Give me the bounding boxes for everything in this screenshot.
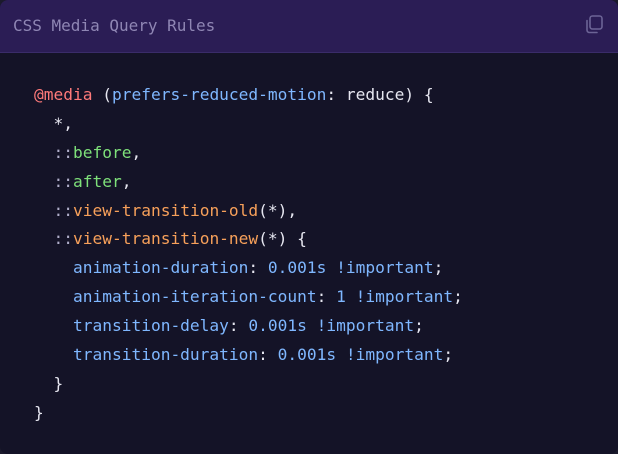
important-flag: !important — [316, 316, 415, 336]
css-value: 0.001s — [277, 345, 337, 365]
important-flag: !important — [355, 287, 454, 307]
code-line-1: @media (prefers-reduced-motion: reduce) … — [34, 81, 463, 110]
at-rule: @media — [34, 85, 93, 104]
code-line-12: } — [34, 399, 463, 428]
paren-open: ( — [102, 85, 112, 104]
css-property: animation-duration — [72, 258, 249, 278]
css-value: 1 — [336, 287, 346, 307]
media-feature: prefers-reduced-motion — [111, 85, 327, 104]
code-line-3: ::before, — [34, 139, 463, 168]
pseudo-argument: (*) — [258, 200, 288, 220]
code-line-6: ::view-transition-new(*) { — [34, 225, 463, 254]
pseudo-argument: (*) — [258, 229, 288, 249]
paren-close: ) — [404, 85, 415, 104]
comma: , — [63, 113, 73, 133]
code-line-2: *, — [34, 110, 463, 139]
pseudo-function: view-transition-old — [73, 200, 259, 220]
brace-open: { — [297, 229, 307, 249]
semicolon: ; — [414, 316, 424, 336]
code-line-10: transition-duration: 0.001s !important; — [34, 341, 463, 370]
copy-icon — [586, 15, 603, 34]
css-property: transition-duration — [72, 345, 259, 365]
pseudo-colons: :: — [53, 229, 74, 249]
colon: : — [258, 345, 268, 365]
css-property: animation-iteration-count — [72, 287, 317, 307]
pseudo-element: before — [73, 142, 132, 162]
brace-open: { — [423, 85, 434, 104]
colon: : — [326, 85, 337, 104]
code-line-5: ::view-transition-old(*), — [34, 197, 463, 226]
css-value: 0.001s — [267, 258, 327, 278]
comma: , — [121, 171, 132, 191]
code-line-11: } — [34, 370, 463, 399]
colon: : — [248, 258, 259, 278]
pseudo-element: after — [73, 171, 122, 191]
copy-button[interactable] — [582, 12, 606, 36]
code-block-title: CSS Media Query Rules — [13, 16, 216, 35]
pseudo-colons: :: — [53, 171, 74, 191]
brace-close: } — [53, 373, 64, 393]
semicolon: ; — [443, 345, 454, 365]
code-line-8: animation-iteration-count: 1 !important; — [34, 283, 463, 312]
css-property: transition-delay — [72, 316, 229, 336]
important-flag: !important — [336, 258, 434, 278]
universal-selector: * — [53, 113, 64, 133]
code-content: @media (prefers-reduced-motion: reduce) … — [34, 81, 463, 428]
code-line-7: animation-duration: 0.001s !important; — [34, 254, 463, 283]
code-line-4: ::after, — [34, 168, 463, 197]
semicolon: ; — [453, 287, 463, 307]
pseudo-colons: :: — [53, 200, 74, 220]
comma: , — [287, 200, 298, 220]
colon: : — [228, 316, 239, 336]
css-value: 0.001s — [248, 316, 307, 336]
pseudo-colons: :: — [53, 142, 74, 162]
semicolon: ; — [433, 258, 444, 278]
pseudo-function: view-transition-new — [73, 229, 259, 249]
colon: : — [316, 287, 327, 307]
media-value: reduce — [345, 85, 405, 104]
comma: , — [131, 142, 142, 162]
code-block: CSS Media Query Rules @media (prefers-re… — [0, 0, 618, 454]
important-flag: !important — [345, 345, 444, 365]
brace-close: } — [34, 402, 44, 422]
code-line-9: transition-delay: 0.001s !important; — [34, 312, 463, 341]
code-block-header: CSS Media Query Rules — [0, 0, 618, 53]
